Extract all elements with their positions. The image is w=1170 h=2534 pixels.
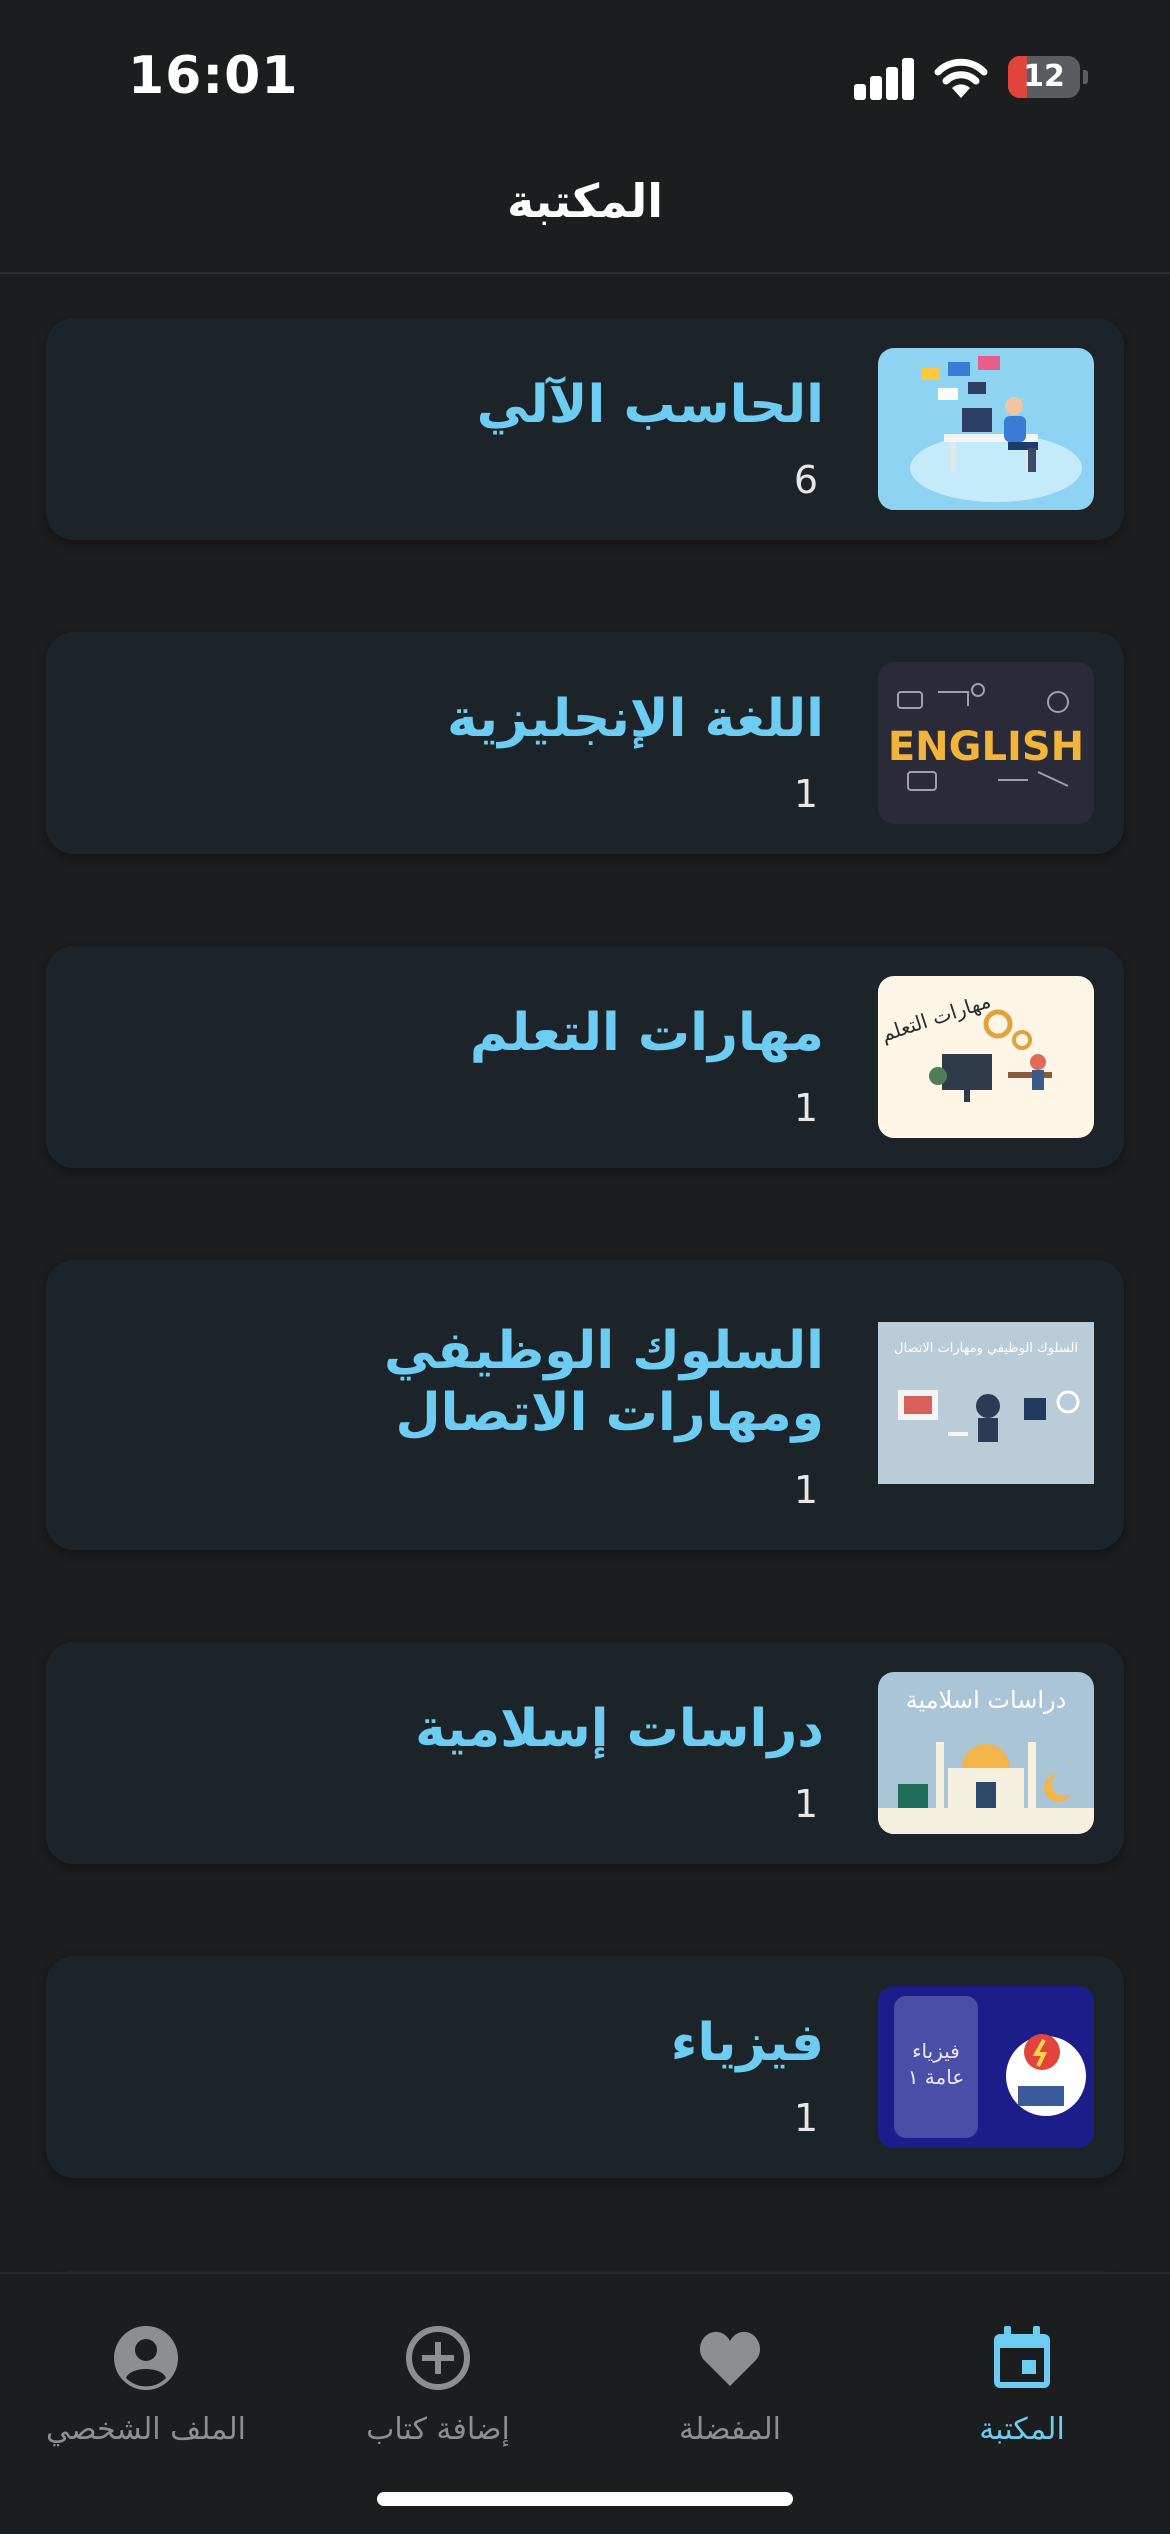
tab-label: إضافة كتاب [366,2412,510,2447]
thumb-physics-subtext: عامة ١ [908,2065,965,2089]
card-title: السلوك الوظيفي ومهارات الاتصال [383,1321,824,1443]
home-indicator[interactable] [377,2492,793,2506]
card-title: دراسات إسلامية [415,1699,824,1759]
card-count: 1 [793,2096,818,2140]
library-card[interactable]: فيزياء 1 فيزياء عامة ١ [46,1956,1124,2178]
nav-header: المكتبة [0,150,1170,274]
tab-label: الملف الشخصي [46,2412,246,2447]
card-count: 1 [793,1782,818,1826]
thumb-physics-text: فيزياء [912,2039,960,2063]
battery-icon: 12 [1008,56,1088,100]
profile-icon [114,2326,178,2390]
calendar-icon [994,2326,1050,2388]
library-card[interactable]: اللغة الإنجليزية 1 ENGLISH [46,632,1124,854]
tab-label: المكتبة [979,2412,1065,2447]
physics-illustration-icon: فيزياء عامة ١ [878,1986,1094,2148]
english-word-illustration-icon: ENGLISH [878,662,1094,824]
card-count: 1 [793,1086,818,1130]
tab-profile[interactable]: الملف الشخصي [0,2300,292,2450]
status-time: 16:01 [128,46,299,106]
library-card[interactable]: الحاسب الآلي 6 [46,318,1124,540]
library-card[interactable]: مهارات التعلم 1 مهارات التعلم [46,946,1124,1168]
mosque-illustration-icon: دراسات اسلامية [878,1672,1094,1834]
page-title: المكتبة [506,174,664,228]
battery-level: 12 [1023,59,1065,94]
tab-library[interactable]: المكتبة [876,2300,1168,2450]
library-card[interactable]: دراسات إسلامية 1 دراسات اسلامية [46,1642,1124,1864]
card-count: 1 [793,772,818,816]
tab-label: المفضلة [678,2412,782,2447]
wifi-icon [932,56,990,100]
add-circle-icon [406,2326,470,2390]
card-title: فيزياء [670,2013,824,2073]
card-count: 1 [793,1468,818,1512]
learning-skills-illustration-icon: مهارات التعلم [878,976,1094,1138]
heart-icon [699,2331,761,2386]
card-title: مهارات التعلم [469,1003,824,1063]
library-list[interactable]: الحاسب الآلي 6 اللغة الإنجليزية 1 ENGLIS… [0,274,1170,2272]
status-bar: 16:01 12 [0,0,1170,150]
tab-add-book[interactable]: إضافة كتاب [292,2300,584,2450]
cellular-signal-icon [854,58,916,100]
card-count: 6 [793,458,818,502]
card-title: اللغة الإنجليزية [447,689,824,749]
tab-favorites[interactable]: المفضلة [584,2300,876,2450]
thumb-islamic-text: دراسات اسلامية [906,1686,1067,1714]
computer-user-illustration-icon [878,348,1094,510]
thumb-communication-text: السلوك الوظيفي ومهارات الاتصال [894,1341,1078,1356]
card-title: الحاسب الآلي [476,375,824,435]
communication-skills-illustration-icon: السلوك الوظيفي ومهارات الاتصال [878,1322,1094,1484]
library-card[interactable]: السلوك الوظيفي ومهارات الاتصال 1 السلوك … [46,1260,1124,1550]
thumb-english-text: ENGLISH [888,724,1084,770]
